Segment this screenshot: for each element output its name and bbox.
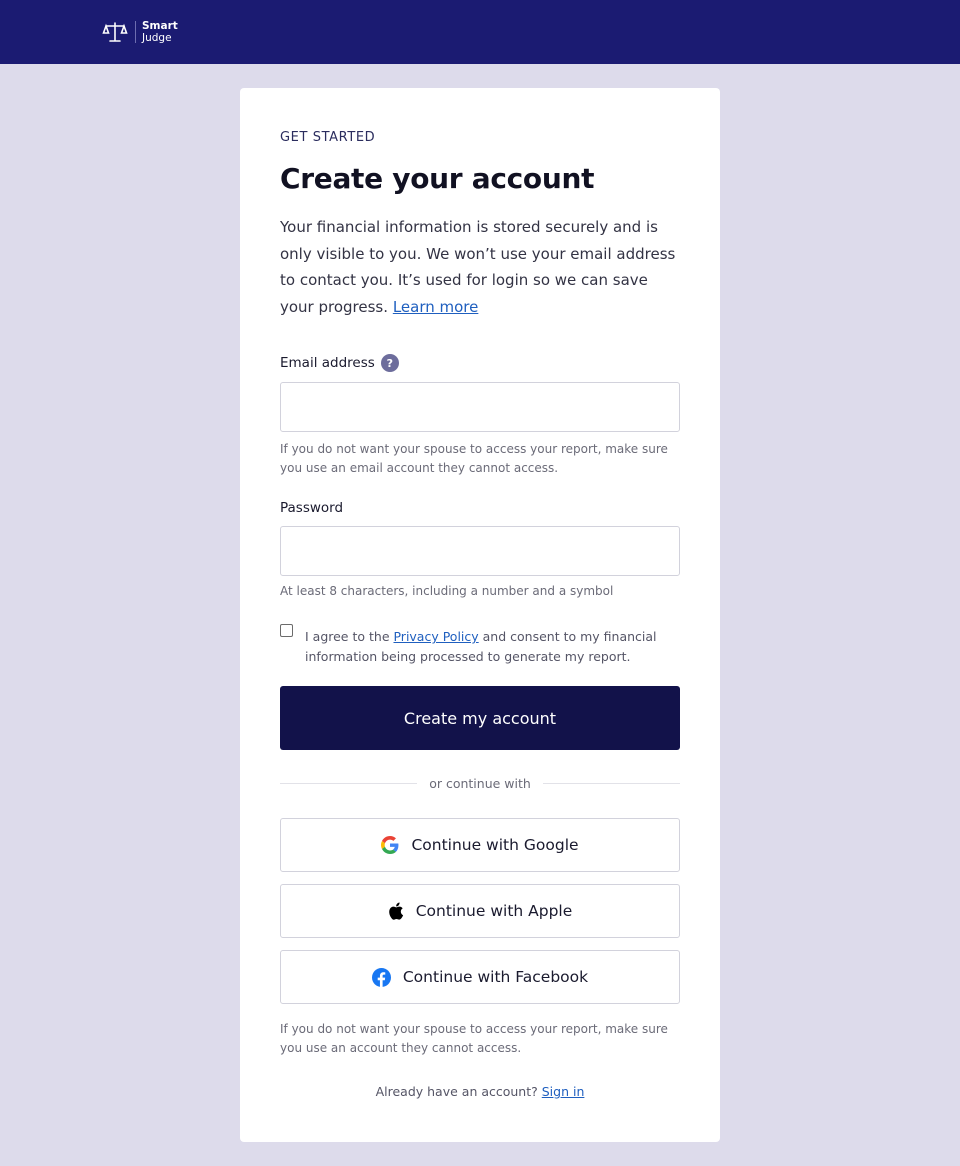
apple-button-label: Continue with Apple [415, 902, 573, 920]
divider-line-left [280, 782, 418, 784]
consent-prefix: I agree to the [305, 629, 394, 644]
create-account-button[interactable]: Create my account [280, 686, 680, 750]
or-divider: or continue with [280, 774, 681, 792]
scales-icon [102, 21, 128, 43]
logo-line-2: Judge [142, 32, 172, 44]
google-button-label: Continue with Google [411, 836, 579, 854]
privacy-policy-link[interactable]: Privacy Policy [393, 629, 478, 644]
logo-text: Smart Judge [142, 20, 178, 44]
logo[interactable]: Smart Judge [102, 20, 178, 44]
signin-prompt: Already have an account? Sign in [280, 1084, 680, 1099]
signup-card: GET STARTED Create your account Your fin… [240, 88, 720, 1142]
email-label-text: Email address [280, 355, 375, 371]
consent-text: I agree to the Privacy Policy and consen… [305, 627, 665, 667]
email-field[interactable] [280, 382, 680, 432]
password-label: Password [280, 500, 343, 516]
facebook-button-label: Continue with Facebook [402, 968, 589, 986]
intro-text: Your financial information is stored sec… [280, 214, 680, 320]
eyebrow-label: GET STARTED [280, 130, 376, 145]
password-hint: At least 8 characters, including a numbe… [280, 584, 614, 598]
learn-more-link[interactable]: Learn more [393, 298, 479, 316]
facebook-icon [371, 967, 391, 987]
email-hint: If you do not want your spouse to access… [280, 442, 668, 475]
facebook-signin-button[interactable]: Continue with Facebook [280, 950, 680, 1004]
page-title: Create your account [280, 162, 595, 195]
footer-hint: If you do not want your spouse to access… [280, 1022, 668, 1055]
logo-line-1: Smart [142, 20, 178, 32]
google-icon [381, 836, 399, 854]
password-field[interactable] [280, 526, 680, 576]
top-bar: Smart Judge [0, 0, 960, 64]
sign-in-link[interactable]: Sign in [542, 1084, 585, 1099]
password-label-text: Password [280, 500, 344, 516]
divider-line-right [542, 782, 681, 784]
email-label: Email address ? [280, 354, 399, 372]
google-signin-button[interactable]: Continue with Google [280, 818, 680, 872]
divider-text: or continue with [429, 775, 531, 791]
help-icon[interactable]: ? [380, 354, 399, 372]
apple-signin-button[interactable]: Continue with Apple [280, 884, 680, 938]
logo-divider [135, 21, 136, 43]
consent-checkbox[interactable] [280, 624, 293, 637]
signin-prompt-text: Already have an account? [375, 1084, 542, 1099]
apple-icon [388, 902, 403, 920]
